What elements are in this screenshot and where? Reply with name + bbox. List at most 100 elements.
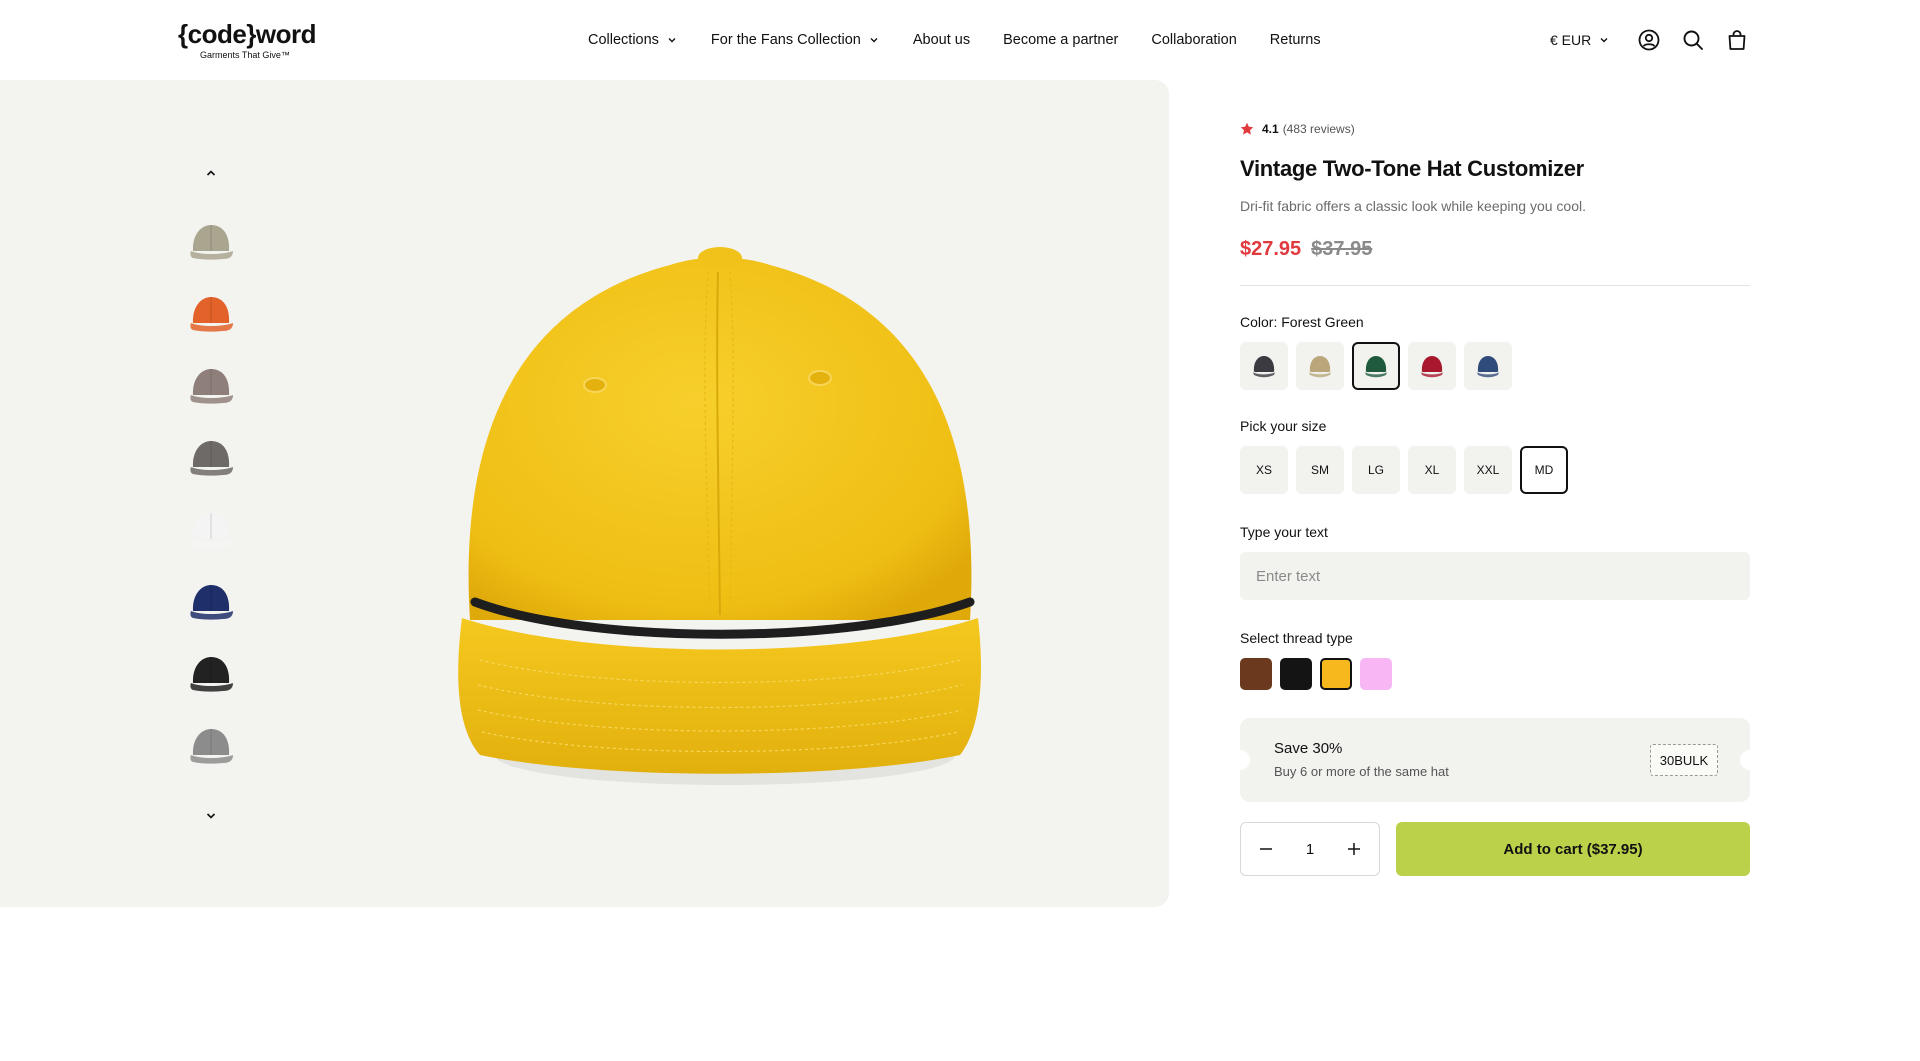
size-option-xxl[interactable]: XXL [1464, 446, 1512, 494]
star-icon [1240, 122, 1254, 135]
color-swatch-khaki[interactable] [1296, 342, 1344, 390]
chevron-down-icon [668, 38, 676, 43]
buy-row: 1 Add to cart ($37.95) [1240, 822, 1750, 876]
color-swatches [1240, 342, 1750, 390]
size-option-md[interactable]: MD [1520, 446, 1568, 494]
chevron-down-icon [870, 38, 878, 43]
cart-icon[interactable] [1725, 28, 1749, 52]
size-option-xl[interactable]: XL [1408, 446, 1456, 494]
color-swatch-charcoal[interactable] [1240, 342, 1288, 390]
cap-icon [1309, 356, 1331, 378]
size-option-xs[interactable]: XS [1240, 446, 1288, 494]
cap-thumbnail-image [190, 297, 233, 332]
thumbnails-down-button[interactable] [200, 805, 222, 827]
minus-icon [1260, 848, 1272, 850]
thumbnails-up-button[interactable] [200, 162, 222, 184]
cap-icon [1365, 356, 1387, 378]
main-product-image [458, 247, 981, 785]
site-header: {code}word Garments That Give™ Collectio… [0, 0, 1920, 80]
cap-thumbnail-image [190, 657, 233, 692]
nav-collaboration-label: Collaboration [1151, 32, 1237, 48]
cap-thumbnail-image [190, 585, 233, 620]
thumbnail-khaki-cap[interactable] [180, 210, 242, 272]
size-label: Pick your size [1240, 418, 1327, 434]
promo-code[interactable]: 30BULK [1650, 744, 1718, 776]
custom-text-label: Type your text [1240, 524, 1328, 540]
product-info-panel: 4.1 (483 reviews) Vintage Two-Tone Hat C… [1230, 120, 1760, 876]
size-option-sm[interactable]: SM [1296, 446, 1344, 494]
size-options: XS SM LG XL XXL MD [1240, 446, 1750, 494]
thread-option-black[interactable] [1280, 658, 1312, 690]
logo-wordmark: {code}word [178, 19, 317, 49]
thread-label: Select thread type [1240, 630, 1353, 646]
thumbnail-list [180, 210, 242, 786]
thumbnail-taupe-cap-back[interactable] [180, 354, 242, 416]
cap-icon [1421, 356, 1443, 378]
rating-score: 4.1 [1262, 122, 1279, 136]
thread-option-gold[interactable] [1320, 658, 1352, 690]
thumbnail-orange-cap[interactable] [180, 282, 242, 344]
promo-title: Save 30% [1274, 740, 1343, 757]
rating[interactable]: 4.1 (483 reviews) [1240, 120, 1750, 138]
search-icon[interactable] [1681, 28, 1705, 52]
product-gallery [0, 80, 1169, 907]
nav-about-us-label: About us [912, 32, 971, 48]
color-swatch-red[interactable] [1408, 342, 1456, 390]
color-swatch-forest-green[interactable] [1352, 342, 1400, 390]
header-tools: € EUR [1550, 26, 1749, 54]
chevron-down-icon [206, 813, 216, 819]
product-description: Dri-fit fabric offers a classic look whi… [1240, 198, 1587, 214]
quantity-stepper: 1 [1240, 822, 1380, 876]
cap-thumbnail-image [190, 513, 233, 548]
color-swatch-navy[interactable] [1464, 342, 1512, 390]
increase-quantity-button[interactable] [1343, 838, 1365, 860]
nav-become-partner-label: Become a partner [1003, 32, 1119, 48]
divider [1240, 285, 1750, 286]
color-label: Color: Forest Green [1240, 314, 1364, 330]
cap-icon [1253, 356, 1275, 378]
thumbnail-white-cap[interactable] [180, 498, 242, 560]
thumbnail-gray-cap[interactable] [180, 426, 242, 488]
thumbnail-navy-cap[interactable] [180, 570, 242, 632]
thread-options [1240, 658, 1750, 690]
decrease-quantity-button[interactable] [1255, 838, 1277, 860]
logo[interactable]: {code}word Garments That Give™ [178, 20, 318, 64]
currency-label: € EUR [1550, 32, 1592, 48]
nav-about-us[interactable]: About us [913, 32, 970, 48]
thumbnail-black-cap[interactable] [180, 642, 242, 704]
chevron-up-icon [206, 170, 216, 176]
account-icon[interactable] [1637, 28, 1661, 52]
add-to-cart-button[interactable]: Add to cart ($37.95) [1396, 822, 1750, 876]
price-block: $27.95 $37.95 [1240, 238, 1750, 261]
chevron-down-icon [1600, 38, 1608, 43]
promo-subtitle: Buy 6 or more of the same hat [1274, 764, 1449, 779]
currency-selector[interactable]: € EUR [1550, 32, 1609, 48]
thread-option-pink[interactable] [1360, 658, 1392, 690]
cap-thumbnail-image [190, 729, 233, 764]
product-title: Vintage Two-Tone Hat Customizer [1240, 156, 1584, 181]
rating-count: (483 reviews) [1282, 122, 1355, 136]
nav-fans-collection[interactable]: For the Fans Collection [711, 32, 879, 48]
nav-collections-label: Collections [588, 32, 659, 48]
cap-thumbnail-image [190, 441, 233, 476]
main-nav: Collections For the Fans Collection Abou… [588, 28, 1321, 52]
quantity-value[interactable]: 1 [1295, 841, 1325, 858]
sale-price: $27.95 [1240, 238, 1302, 260]
thread-option-brown[interactable] [1240, 658, 1272, 690]
nav-returns[interactable]: Returns [1270, 32, 1321, 48]
original-price: $37.95 [1311, 238, 1373, 260]
plus-icon [1348, 843, 1360, 855]
size-option-lg[interactable]: LG [1352, 446, 1400, 494]
cap-thumbnail-image [190, 369, 233, 404]
nav-returns-label: Returns [1269, 32, 1321, 48]
thumbnail-light-gray-cap[interactable] [180, 714, 242, 776]
custom-text-input[interactable] [1240, 552, 1750, 600]
logo-tagline: Garments That Give™ [200, 50, 290, 60]
nav-collections[interactable]: Collections [588, 32, 677, 48]
bulk-discount-banner: Save 30% Buy 6 or more of the same hat 3… [1230, 718, 1760, 802]
cap-icon [1477, 356, 1499, 378]
nav-fans-collection-label: For the Fans Collection [710, 32, 861, 48]
nav-become-partner[interactable]: Become a partner [1003, 32, 1118, 48]
cap-thumbnail-image [190, 225, 233, 260]
nav-collaboration[interactable]: Collaboration [1151, 32, 1236, 48]
